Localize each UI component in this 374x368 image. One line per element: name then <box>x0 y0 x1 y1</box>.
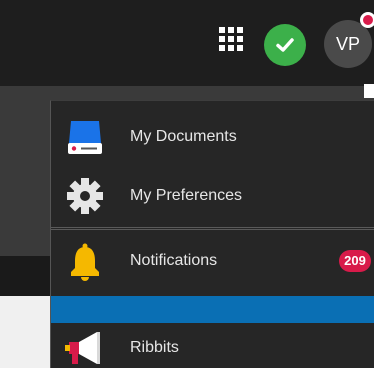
menu-item-my-documents[interactable]: My Documents <box>51 109 374 165</box>
menu-item-notifications[interactable]: Notifications 209 <box>51 229 374 291</box>
user-dropdown-menu: My Documents My Preferences Notification… <box>50 100 374 368</box>
notification-count-badge: 209 <box>339 249 371 272</box>
menu-item-label: Notifications <box>130 251 218 269</box>
menu-item-label: My Documents <box>130 128 237 145</box>
menu-item-my-preferences[interactable]: My Preferences <box>51 167 374 225</box>
menu-divider <box>51 227 374 228</box>
bell-icon <box>65 241 105 281</box>
menu-item-label: Ribbits <box>130 339 179 356</box>
check-mark-icon <box>276 38 294 52</box>
drive-icon <box>65 117 105 157</box>
gear-icon <box>65 176 105 216</box>
grid-icon[interactable] <box>219 27 243 51</box>
check-circle-icon[interactable] <box>264 24 306 66</box>
notification-dot-icon <box>360 12 374 28</box>
menu-item-highlighted[interactable] <box>51 296 374 323</box>
dropdown-pointer <box>364 84 374 98</box>
top-bar <box>0 0 374 86</box>
avatar-initials: VP <box>335 33 360 54</box>
megaphone-icon <box>65 328 105 368</box>
menu-item-ribbits[interactable]: Ribbits <box>51 327 374 368</box>
menu-item-label: My Preferences <box>130 187 243 204</box>
